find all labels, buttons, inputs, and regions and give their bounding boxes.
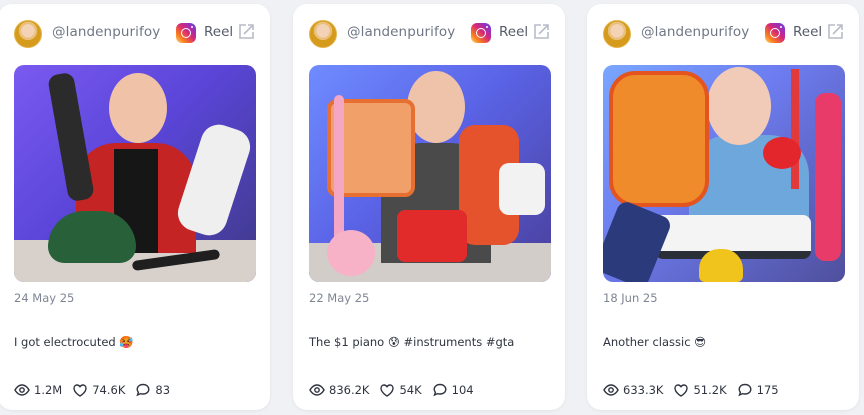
red-panpipe xyxy=(397,210,467,262)
heart-icon xyxy=(380,384,395,397)
views-count: 836.2K xyxy=(329,383,370,397)
likes-count: 54K xyxy=(399,383,422,397)
person-head xyxy=(707,67,771,145)
likes-stat: 74.6K xyxy=(72,382,125,398)
external-link-icon[interactable] xyxy=(236,22,256,42)
views-stat: 1.2M xyxy=(14,382,62,398)
platform-label: Reel xyxy=(793,24,823,40)
post-thumbnail[interactable] xyxy=(14,65,256,282)
post-header: @landenpurifoy Reel xyxy=(309,18,549,48)
red-pole xyxy=(791,69,799,189)
post-header: @landenpurifoy Reel xyxy=(603,18,843,48)
post-date: 18 Jun 25 xyxy=(603,291,658,305)
post-caption: Another classic 😎 xyxy=(603,335,707,349)
comments-count: 175 xyxy=(756,383,779,397)
author-handle[interactable]: @landenpurifoy xyxy=(347,24,455,40)
instagram-icon xyxy=(765,23,785,43)
green-frog xyxy=(48,211,136,263)
heart-icon xyxy=(73,384,87,397)
person-head xyxy=(109,73,167,143)
red-maraca xyxy=(763,137,801,169)
likes-stat: 51.2K xyxy=(673,382,727,398)
platform-label: Reel xyxy=(204,24,234,40)
author-handle[interactable]: @landenpurifoy xyxy=(641,24,749,40)
post-stats: 836.2K 54K 104 xyxy=(309,380,555,400)
comments-count: 104 xyxy=(451,383,474,397)
post-thumbnail[interactable] xyxy=(309,65,551,282)
post-caption: The $1 piano 😰 #instruments #gta xyxy=(309,335,515,349)
eye-icon xyxy=(14,384,30,396)
likes-count: 74.6K xyxy=(92,383,126,397)
post-stats: 633.3K 51.2K 175 xyxy=(603,380,849,400)
pink-tube xyxy=(815,93,841,261)
views-stat: 836.2K xyxy=(309,382,369,398)
post-date: 22 May 25 xyxy=(309,291,370,305)
views-count: 1.2M xyxy=(34,383,63,397)
eye-icon xyxy=(309,384,325,396)
heart-icon xyxy=(674,384,689,397)
external-link-icon[interactable] xyxy=(531,22,551,42)
post-card[interactable]: @landenpurifoy Reel 22 May 25 The $1 pia… xyxy=(293,4,565,410)
likes-stat: 54K xyxy=(379,382,422,398)
likes-count: 51.2K xyxy=(693,383,727,397)
comment-icon xyxy=(136,383,150,397)
comments-stat: 104 xyxy=(432,382,474,398)
blue-instrument xyxy=(603,199,674,282)
views-count: 633.3K xyxy=(623,383,664,397)
white-guitar xyxy=(499,163,545,215)
avatar[interactable] xyxy=(309,20,337,48)
instagram-icon xyxy=(176,23,196,43)
kirby-toy xyxy=(327,230,375,276)
post-caption: I got electrocuted 🥵 xyxy=(14,335,134,349)
eye-icon xyxy=(603,384,619,396)
instagram-icon xyxy=(471,23,491,43)
author-handle[interactable]: @landenpurifoy xyxy=(52,24,160,40)
person-head xyxy=(407,71,465,143)
post-header: @landenpurifoy Reel xyxy=(14,18,254,48)
comments-stat: 83 xyxy=(135,382,170,398)
comment-icon xyxy=(432,383,447,397)
bell xyxy=(699,249,743,282)
platform-label: Reel xyxy=(499,24,529,40)
post-thumbnail[interactable] xyxy=(603,65,845,282)
post-date: 24 May 25 xyxy=(14,291,75,305)
comments-stat: 175 xyxy=(737,382,779,398)
post-card[interactable]: @landenpurifoy Reel 24 May 25 I got elec… xyxy=(0,4,270,410)
comments-count: 83 xyxy=(155,383,171,397)
external-link-icon[interactable] xyxy=(825,22,845,42)
avatar[interactable] xyxy=(14,20,42,48)
post-stats: 1.2M 74.6K 83 xyxy=(14,380,260,400)
black-instrument xyxy=(47,71,95,203)
views-stat: 633.3K xyxy=(603,382,663,398)
comment-icon xyxy=(737,383,752,397)
avatar[interactable] xyxy=(603,20,631,48)
cat-piano xyxy=(609,71,709,207)
post-card[interactable]: @landenpurifoy Reel 18 Jun 25 Another cl… xyxy=(587,4,859,410)
